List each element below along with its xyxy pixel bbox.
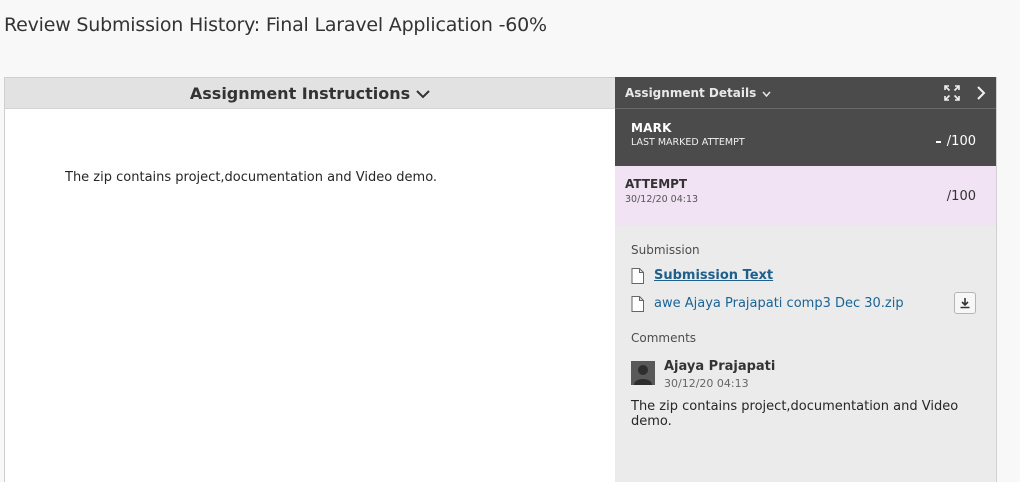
document-icon [631, 295, 644, 312]
submission-area: Submission Submission Text awe Ajaya Pra… [615, 243, 996, 429]
instructions-header-label: Assignment Instructions [189, 83, 411, 103]
details-panel: Assignment Details MARK LAST MARKED ATTE… [615, 77, 997, 482]
instructions-panel: Assignment Instructions The zip contains… [4, 77, 616, 482]
attempt-label: ATTEMPT [625, 177, 688, 191]
comments-label: Comments [631, 331, 697, 345]
download-button[interactable] [954, 292, 976, 314]
mark-value: /100 [935, 134, 976, 149]
file-row: awe Ajaya Prajapati comp3 Dec 30.zip [631, 292, 980, 314]
comment-text: The zip contains project,documentation a… [631, 399, 959, 429]
expand-icon[interactable] [944, 84, 960, 101]
submission-text-link[interactable]: Submission Text [654, 268, 773, 283]
mark-sub-label: LAST MARKED ATTEMPT [631, 137, 745, 148]
instructions-toggle-button[interactable]: Assignment Instructions [190, 84, 430, 103]
document-icon [631, 267, 644, 284]
instructions-body: The zip contains project,documentation a… [65, 170, 438, 185]
instructions-header: Assignment Instructions [5, 78, 615, 109]
chevron-down-icon [416, 84, 430, 103]
attachment-link[interactable]: awe Ajaya Prajapati comp3 Dec 30.zip [654, 296, 904, 311]
submission-label: Submission [631, 243, 700, 257]
attempt-section[interactable]: ATTEMPT 30/12/20 04:13 /100 [615, 166, 996, 226]
attempt-value: /100 [946, 189, 976, 204]
comment-date: 30/12/20 04:13 [664, 377, 749, 390]
details-header: Assignment Details [615, 77, 996, 109]
chevron-right-icon[interactable] [976, 85, 986, 100]
comment-author: Ajaya Prajapati [664, 359, 776, 374]
mark-total: /100 [946, 134, 976, 149]
details-header-label: Assignment Details [625, 85, 757, 100]
attempt-date: 30/12/20 04:13 [625, 194, 699, 205]
details-toggle-button[interactable]: Assignment Details [625, 86, 771, 100]
mark-section: MARK LAST MARKED ATTEMPT /100 [615, 109, 996, 166]
page-title: Review Submission History: Final Laravel… [4, 14, 547, 36]
mark-empty-dash [935, 140, 941, 143]
download-icon [959, 294, 971, 313]
mark-label: MARK [631, 121, 672, 135]
avatar [631, 361, 655, 385]
file-row: Submission Text [631, 266, 980, 285]
chevron-down-icon [762, 86, 771, 100]
comment-item: Ajaya Prajapati 30/12/20 04:13 The zip c… [631, 359, 980, 429]
